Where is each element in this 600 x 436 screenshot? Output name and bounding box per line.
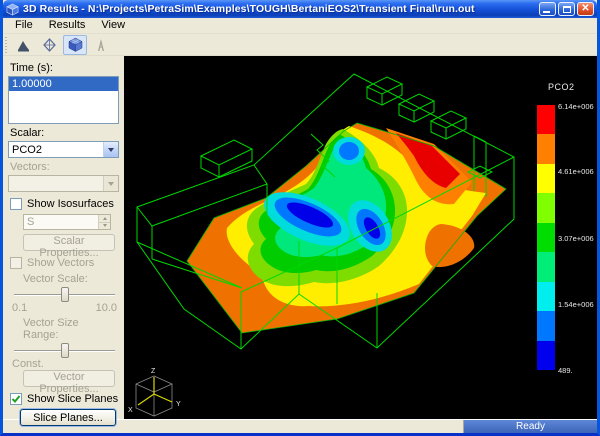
vector-scale-slider [14,287,115,302]
axis-z-label: Z [151,368,156,375]
menu-results[interactable]: Results [41,18,94,33]
legend-label: 1.54e+006 [558,300,594,309]
close-button[interactable]: ✕ [577,2,594,16]
chevron-down-icon [103,176,118,191]
scalar-properties-button: Scalar Properties... [23,234,115,251]
blue-cube-icon [68,37,83,52]
wells-icon [16,38,31,52]
viewport-canvas[interactable]: Z X Y [124,56,597,419]
show-vectors-label: Show Vectors [27,257,94,269]
status-bar: Ready [3,419,597,433]
maximize-icon [563,6,571,13]
legend-bar [537,105,555,370]
minimize-button[interactable] [539,2,556,16]
legend-segment [537,164,555,193]
title-bar[interactable]: 3D Results - N:\Projects\PetraSim\Exampl… [3,0,597,18]
legend-segment [537,134,555,163]
time-list-item[interactable]: 1.00000 [9,77,118,91]
minimize-icon [543,11,550,13]
legend-segment [537,282,555,311]
legend-segment [537,105,555,134]
axis-triad: Z X Y [128,368,181,416]
vectors-label: Vectors: [10,161,119,173]
control-panel: Time (s): 1.00000 Scalar: PCO2 Vectors: … [3,56,124,419]
vector-scale-slider-thumb [61,287,69,302]
toolbar-grip [5,37,7,53]
menu-view[interactable]: View [93,18,133,33]
menu-file[interactable]: File [7,18,41,33]
show-slice-planes-label: Show Slice Planes [27,393,118,405]
time-list[interactable]: 1.00000 [8,76,119,124]
scalar-label: Scalar: [10,127,119,139]
legend-label: 6.14e+006 [558,102,594,111]
3d-results-button[interactable] [63,35,87,55]
status-progress-area [3,420,464,433]
vector-scale-min: 0.1 [12,302,27,314]
maximize-button[interactable] [558,2,575,16]
show-isosurfaces-checkbox[interactable] [10,198,22,210]
iso-view-button[interactable] [37,35,61,55]
window-title: 3D Results - N:\Projects\PetraSim\Exampl… [23,3,535,15]
axis-x-label: X [128,407,133,414]
legend-title: PCO2 [548,82,575,92]
legend-segment [537,311,555,340]
spinner-down-icon [99,222,110,230]
legend-segment [537,223,555,252]
app-window: 3D Results - N:\Projects\PetraSim\Exampl… [0,0,600,436]
app-cube-icon [6,3,19,16]
derrick-icon [95,38,107,52]
diamond-axes-icon [42,38,57,52]
legend-label: 3.07e+006 [558,234,594,243]
legend-labels: 6.14e+006 4.61e+006 3.07e+006 1.54e+006 … [558,105,597,370]
legend-segment [537,193,555,222]
show-vectors-checkbox [10,257,22,269]
legend-segment [537,341,555,370]
check-icon [11,394,21,404]
scalar-combo[interactable]: PCO2 [8,141,119,158]
axis-y-label: Y [176,401,181,408]
vector-scale-max: 10.0 [96,302,117,314]
vector-size-slider-thumb [61,343,69,358]
isosurface-scalar-value: S [24,215,98,229]
toolbar [3,34,597,56]
derrick-button[interactable] [89,35,113,55]
isosurface-scalar-spinner: S [23,214,111,230]
legend-label: 4.61e+006 [558,167,594,176]
slice-plane [187,123,506,333]
vector-size-range-label: Vector Size Range: [23,317,111,341]
show-isosurfaces-label: Show Isosurfaces [27,198,114,210]
vectors-combo [8,175,119,192]
menu-bar: File Results View [3,18,597,34]
vector-scale-label: Vector Scale: [23,273,111,285]
vector-size-const-label: Const. [12,358,44,370]
wells-view-button[interactable] [11,35,35,55]
close-icon: ✕ [581,4,589,14]
status-ready: Ready [464,420,597,433]
vector-size-slider [14,343,115,358]
viewport-3d[interactable]: Z X Y PCO2 6.14e+006 4.61e+006 3.07e+006… [124,56,597,419]
time-label: Time (s): [10,62,119,74]
legend-label: 489. [558,366,573,375]
chevron-down-icon[interactable] [103,142,118,157]
scalar-combo-value: PCO2 [9,144,103,156]
show-slice-planes-checkbox[interactable] [10,393,22,405]
legend-segment [537,252,555,281]
vector-properties-button: Vector Properties... [23,370,115,387]
